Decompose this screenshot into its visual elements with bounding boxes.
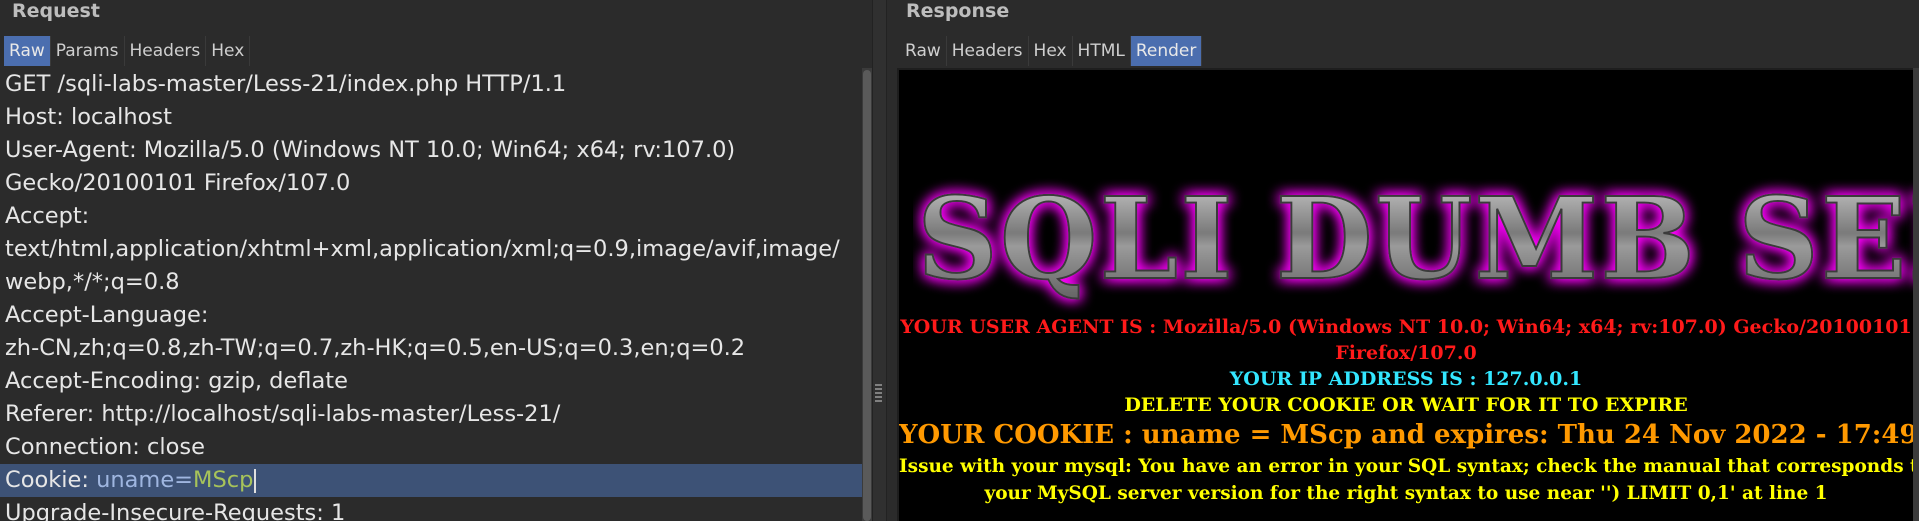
request-tabs: Raw Params Headers Hex	[4, 36, 251, 66]
request-line: Gecko/20100101 Firefox/107.0	[5, 170, 351, 196]
request-line: Accept-Encoding: gzip, deflate	[5, 368, 348, 394]
request-line: Accept:	[5, 203, 90, 229]
cookie-param-value[interactable]: MScp	[193, 467, 253, 493]
connection-line: Connection: close	[5, 434, 205, 460]
tab-raw[interactable]: Raw	[4, 36, 51, 66]
tab-headers[interactable]: Headers	[947, 36, 1029, 66]
tab-hex[interactable]: Hex	[206, 36, 251, 66]
cookie-line[interactable]: Cookie: uname=MScp	[0, 464, 862, 497]
request-editor[interactable]: GET /sqli-labs-master/Less-21/index.php …	[0, 68, 862, 521]
splitter-grip-icon[interactable]	[875, 384, 882, 402]
tab-hex[interactable]: Hex	[1029, 36, 1073, 66]
cookie-expiry-text: YOUR COOKIE : uname = MScp and expires: …	[899, 420, 1913, 450]
tab-raw[interactable]: Raw	[900, 36, 947, 66]
request-line: webp,*/*;q=0.8	[5, 269, 180, 295]
cookie-param-name: uname=	[96, 467, 194, 493]
delete-cookie-text: DELETE YOUR COOKIE OR WAIT FOR IT TO EXP…	[1124, 394, 1688, 416]
mysql-error-text: Issue with your mysql: You have an error…	[899, 456, 1913, 477]
scrollbar-thumb[interactable]	[863, 70, 871, 521]
user-agent-text: YOUR USER AGENT IS : Mozilla/5.0 (Window…	[900, 316, 1912, 338]
ip-address-text: YOUR IP ADDRESS IS : 127.0.0.1	[1229, 368, 1583, 390]
request-line: text/html,application/xhtml+xml,applicat…	[5, 236, 840, 262]
response-title: Response	[906, 0, 1010, 22]
response-tabs: Raw Headers Hex HTML Render	[900, 36, 1203, 66]
cookie-label: Cookie:	[5, 467, 89, 493]
tab-render[interactable]: Render	[1130, 36, 1203, 66]
request-line: zh-CN,zh;q=0.8,zh-TW;q=0.7,zh-HK;q=0.5,e…	[5, 335, 746, 361]
response-scrollbar[interactable]	[1913, 68, 1919, 521]
request-line: GET /sqli-labs-master/Less-21/index.php …	[5, 71, 567, 97]
request-line: Host: localhost	[5, 104, 172, 130]
pane-splitter[interactable]	[872, 0, 887, 521]
text-caret	[254, 468, 257, 493]
request-title: Request	[12, 0, 100, 22]
request-line: Accept-Language:	[5, 302, 209, 328]
tab-params[interactable]: Params	[51, 36, 125, 66]
user-agent-text: Firefox/107.0	[1335, 342, 1477, 364]
request-scrollbar[interactable]	[862, 68, 872, 521]
request-line: User-Agent: Mozilla/5.0 (Windows NT 10.0…	[5, 137, 736, 163]
request-line: Upgrade-Insecure-Requests: 1	[5, 500, 346, 521]
request-line: Referer: http://localhost/sqli-labs-mast…	[5, 401, 561, 427]
tab-html[interactable]: HTML	[1073, 36, 1131, 66]
mysql-error-text: your MySQL server version for the right …	[984, 483, 1828, 504]
rendered-page: SQLI DUMB SERIES YOUR USER AGENT IS : Mo…	[899, 70, 1913, 521]
sqli-banner: SQLI DUMB SERIES	[916, 173, 1913, 306]
tab-headers[interactable]: Headers	[125, 36, 207, 66]
banner-text: SQLI DUMB SERIES	[917, 174, 1913, 305]
